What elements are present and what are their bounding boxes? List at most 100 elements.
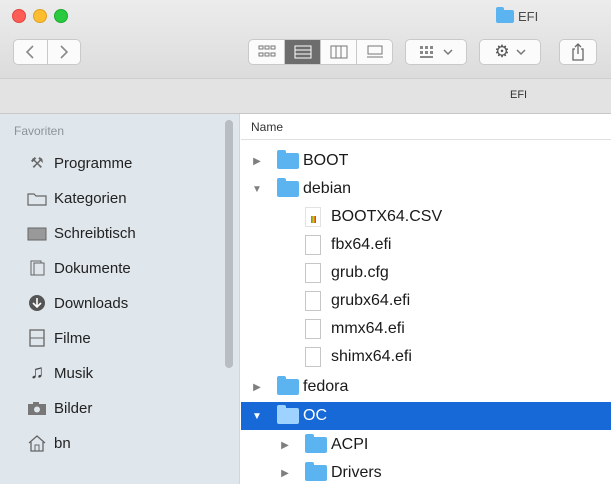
sidebar-item-label: Filme (54, 329, 91, 347)
sidebar-item-label: Musik (54, 364, 94, 382)
close-window-button[interactable] (12, 9, 26, 23)
file-row-drivers[interactable]: ▶ Drivers (241, 459, 611, 484)
back-button[interactable] (14, 40, 47, 64)
folder-icon (277, 178, 299, 197)
sidebar-item-label: bn (54, 434, 71, 452)
list-view-button[interactable] (284, 40, 320, 64)
sidebar-item-programme[interactable]: ⚒ Programme (26, 150, 132, 176)
column-view-button[interactable] (320, 40, 356, 64)
zoom-window-button[interactable] (54, 9, 68, 23)
window-title: EFI (496, 6, 538, 25)
folder-icon (496, 6, 514, 23)
file-name: BOOT (303, 152, 349, 169)
list-view-icon (294, 45, 311, 59)
chevron-right-icon (60, 45, 69, 59)
downloads-icon (26, 293, 48, 313)
chevron-down-icon (443, 49, 453, 56)
pictures-icon (26, 398, 48, 418)
sidebar-item-musik[interactable]: ♫ Musik (26, 360, 93, 386)
icon-view-icon (258, 45, 275, 57)
folder-icon (305, 462, 327, 481)
gear-icon: ⚙ (494, 42, 510, 61)
folder-icon (305, 434, 327, 453)
file-row-oc[interactable]: ▼ OC (241, 402, 611, 430)
column-view-icon (330, 45, 347, 59)
file-row-bootx64-csv[interactable]: BOOTX64.CSV (241, 203, 611, 231)
file-name: Drivers (331, 464, 382, 481)
document-file-icon (305, 347, 321, 367)
document-file-icon (305, 319, 321, 339)
file-name: OC (303, 407, 327, 424)
file-row-grubx64-efi[interactable]: grubx64.efi (241, 287, 611, 315)
sidebar-item-bilder[interactable]: Bilder (26, 395, 92, 421)
file-name: fbx64.efi (331, 236, 392, 253)
minimize-window-button[interactable] (33, 9, 47, 23)
disclosure-triangle-icon[interactable]: ▶ (279, 440, 291, 451)
file-name: BOOTX64.CSV (331, 208, 443, 225)
sidebar-item-label: Schreibtisch (54, 224, 136, 242)
sidebar-heading: Favoriten (14, 124, 65, 138)
movies-icon (26, 328, 48, 348)
spreadsheet-file-icon (305, 207, 321, 227)
document-file-icon (305, 291, 321, 311)
file-name: shimx64.efi (331, 348, 412, 365)
sidebar-item-filme[interactable]: Filme (26, 325, 91, 351)
disclosure-triangle-icon[interactable]: ▶ (279, 468, 291, 479)
sidebar-item-dokumente[interactable]: Dokumente (26, 255, 131, 281)
sidebar-scrollbar[interactable] (225, 120, 233, 368)
icon-view-button[interactable] (249, 40, 284, 64)
view-mode-group (248, 39, 393, 65)
gallery-view-button[interactable] (356, 40, 392, 64)
sidebar-item-schreibtisch[interactable]: Schreibtisch (26, 220, 136, 246)
chevron-down-icon (516, 49, 526, 56)
file-name: fedora (303, 378, 349, 395)
desktop-icon (26, 223, 48, 243)
share-button[interactable] (559, 39, 597, 65)
file-row-grub-cfg[interactable]: grub.cfg (241, 259, 611, 287)
disclosure-triangle-icon[interactable]: ▶ (251, 156, 263, 167)
sidebar-item-label: Dokumente (54, 259, 131, 277)
document-file-icon (305, 263, 321, 283)
sidebar-item-kategorien[interactable]: Kategorien (26, 185, 127, 211)
disclosure-triangle-icon[interactable]: ▼ (251, 184, 263, 195)
column-header-label: Name (251, 120, 284, 134)
file-name: mmx64.efi (331, 320, 405, 337)
forward-button[interactable] (46, 40, 80, 64)
file-name: grub.cfg (331, 264, 389, 281)
documents-icon (26, 258, 48, 278)
file-row-debian[interactable]: ▼ debian (241, 175, 611, 203)
disclosure-triangle-icon[interactable]: ▼ (251, 411, 263, 422)
document-file-icon (305, 235, 321, 255)
share-icon (572, 43, 584, 61)
file-name: grubx64.efi (331, 292, 411, 309)
name-column-header[interactable]: Name (241, 114, 611, 140)
sidebar-item-label: Programme (54, 154, 133, 172)
grid-arrange-icon (420, 46, 433, 58)
file-row-mmx64-efi[interactable]: mmx64.efi (241, 315, 611, 343)
music-icon: ♫ (29, 362, 45, 383)
file-name: ACPI (331, 436, 369, 453)
applications-icon: ⚒ (30, 155, 44, 172)
file-row-shimx64-efi[interactable]: shimx64.efi (241, 343, 611, 371)
folder-icon (277, 150, 299, 169)
back-forward-group (13, 39, 81, 65)
sidebar-item-bn[interactable]: bn (26, 430, 71, 456)
folder-icon (26, 188, 48, 208)
path-bar-label: EFI (510, 89, 528, 101)
file-row-acpi[interactable]: ▶ ACPI (241, 431, 611, 459)
chevron-left-icon (26, 45, 35, 59)
sidebar-item-downloads[interactable]: Downloads (26, 290, 128, 316)
disclosure-triangle-icon[interactable]: ▶ (251, 382, 263, 393)
sidebar-item-label: Downloads (54, 294, 129, 312)
home-icon (26, 433, 48, 453)
folder-icon (277, 376, 299, 395)
title-bar: EFI ⚙ (0, 0, 611, 78)
file-list: Name ▶ BOOT ▼ debian BOOTX64.CSV fbx64.e… (241, 114, 611, 484)
arrange-button[interactable] (405, 39, 467, 65)
action-button[interactable]: ⚙ (479, 39, 541, 65)
file-row-fbx64-efi[interactable]: fbx64.efi (241, 231, 611, 259)
file-row-boot[interactable]: ▶ BOOT (241, 147, 611, 175)
file-row-fedora[interactable]: ▶ fedora (241, 373, 611, 401)
sidebar-item-label: Bilder (54, 399, 93, 417)
path-bar: EFI (0, 78, 611, 114)
